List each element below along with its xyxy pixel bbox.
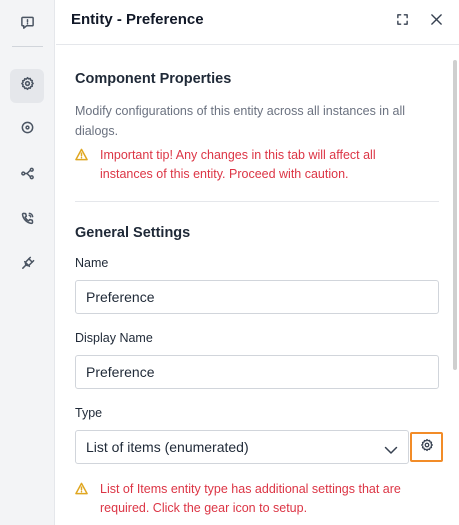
rail-plug-button[interactable] <box>10 249 44 283</box>
entity-panel: Entity - Preference Component Properties… <box>56 0 459 525</box>
type-warning-text: List of Items entity type has additional… <box>100 482 401 515</box>
type-settings-button[interactable] <box>410 432 443 462</box>
rail-flow-button[interactable] <box>10 159 44 193</box>
component-warning: Important tip! Any changes in this tab w… <box>75 146 435 186</box>
name-label: Name <box>75 256 109 270</box>
rail-target-button[interactable] <box>10 113 44 147</box>
section-divider <box>75 201 439 202</box>
panel-content: Component Properties Modify configuratio… <box>56 46 451 525</box>
general-settings-title: General Settings <box>75 225 191 241</box>
close-icon <box>430 13 443 31</box>
panel-header: Entity - Preference <box>56 0 459 45</box>
warning-icon <box>75 148 88 161</box>
type-select-value: List of items (enumerated) <box>86 439 249 455</box>
component-warning-text: Important tip! Any changes in this tab w… <box>100 148 376 181</box>
rail-chat-button[interactable] <box>10 8 44 42</box>
chat-alert-icon <box>20 15 35 35</box>
rail-settings-button[interactable] <box>10 69 44 103</box>
warning-icon <box>75 482 88 495</box>
type-label: Type <box>75 406 103 420</box>
page-title: Entity - Preference <box>71 11 204 28</box>
left-rail <box>0 0 55 525</box>
rail-phone-button[interactable] <box>10 204 44 238</box>
expand-icon <box>396 13 409 31</box>
plug-icon <box>20 256 35 276</box>
rail-divider <box>12 46 43 47</box>
expand-button[interactable] <box>391 11 413 33</box>
type-warning: List of Items entity type has additional… <box>75 480 435 520</box>
gear-icon <box>420 438 434 457</box>
display-name-label: Display Name <box>75 331 153 345</box>
gear-icon <box>20 76 35 96</box>
chevron-down-icon <box>384 442 398 454</box>
phone-icon <box>20 211 35 231</box>
name-input[interactable] <box>75 280 439 314</box>
scrollbar[interactable] <box>453 60 457 370</box>
type-select[interactable]: List of items (enumerated) <box>75 430 409 464</box>
close-button[interactable] <box>425 11 447 33</box>
component-properties-title: Component Properties <box>75 71 232 87</box>
component-properties-description: Modify configurations of this entity acr… <box>75 104 406 138</box>
target-icon <box>20 120 35 140</box>
display-name-input[interactable] <box>75 355 439 389</box>
flow-icon <box>20 166 35 186</box>
